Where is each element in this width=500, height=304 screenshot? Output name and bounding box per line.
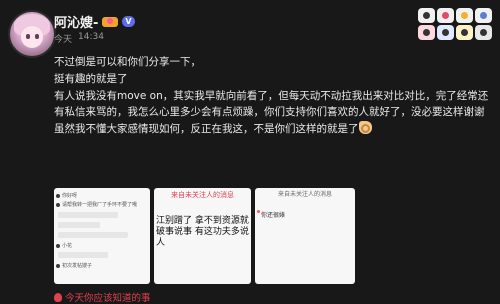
fire-icon: [54, 292, 62, 302]
user-avatar[interactable]: [8, 10, 56, 58]
username[interactable]: 阿沁嫂-: [54, 12, 98, 31]
post-line: 不过倒是可以和你们分享一下，: [54, 56, 201, 68]
time-label: 今天: [54, 35, 73, 45]
crown-icon: [102, 15, 119, 29]
message-banner: 来自未关注人的消息: [277, 191, 332, 198]
chat-text: 初次发帖嫂子: [62, 263, 93, 269]
sticker-icon: [437, 25, 454, 40]
post-time: 14:34: [78, 32, 104, 42]
sticker-icon: [437, 8, 454, 23]
trending-text: 今天你应该知道的事: [65, 293, 151, 304]
post-card: 阿沁嫂- V 今天 14:34 不过倒是可以和你们分享一下， 挺有趣的就是了 有…: [0, 0, 500, 304]
chat-text: 你好呀: [62, 193, 78, 199]
sticker-icon: [475, 25, 492, 40]
image-thumbnail[interactable]: 你好呀 请帮我转一把我厂了手环不要了哦 小花 初次发帖嫂子: [54, 188, 150, 284]
sticker-icon: [456, 25, 473, 40]
post-line: 挺有趣的就是了: [54, 72, 128, 85]
chat-text: 小花: [62, 243, 73, 249]
sticker-icon: [418, 8, 435, 23]
post-images: 你好呀 请帮我转一把我厂了手环不要了哦 小花 初次发帖嫂子 来自未关注人的消息 …: [54, 188, 355, 284]
avatar: [257, 210, 260, 213]
ok-hand-icon: [358, 121, 372, 135]
trending-link[interactable]: 今天你应该知道的事: [54, 290, 151, 304]
name-row: 阿沁嫂- V: [54, 12, 135, 31]
post-text: 不过倒是可以和你们分享一下， 挺有趣的就是了 有人说我没有move on，其实我…: [54, 54, 490, 138]
message-text: 你还很婊: [261, 212, 286, 219]
sticker-icon: [418, 25, 435, 40]
image-thumbnail[interactable]: 来自未关注人的消息 你还很婊: [255, 188, 355, 284]
message-banner: 来自未关注人的消息: [171, 191, 234, 199]
sticker-icon: [456, 8, 473, 23]
decoration-stickers: [418, 8, 492, 40]
image-thumbnail[interactable]: 来自未关注人的消息 江别蹭了 拿不到资源就破事说事 有这功夫多说人: [154, 188, 251, 284]
sticker-icon: [475, 8, 492, 23]
vip-icon: V: [122, 16, 135, 27]
post-line: 有人说我没有move on，其实我早就向前看了，但每天动不动拉我出来对比对比，完…: [54, 89, 489, 119]
post-line: 虽然我不懂大家感情现如何，反正在我这，不是你们这样的就是了: [54, 121, 490, 138]
chat-text: 请帮我转一把我厂了手环不要了哦: [62, 202, 138, 208]
message-text: 江别蹭了 拿不到资源就破事说事 有这功夫多说人: [156, 216, 249, 248]
post-meta: 今天 14:34: [54, 32, 104, 45]
